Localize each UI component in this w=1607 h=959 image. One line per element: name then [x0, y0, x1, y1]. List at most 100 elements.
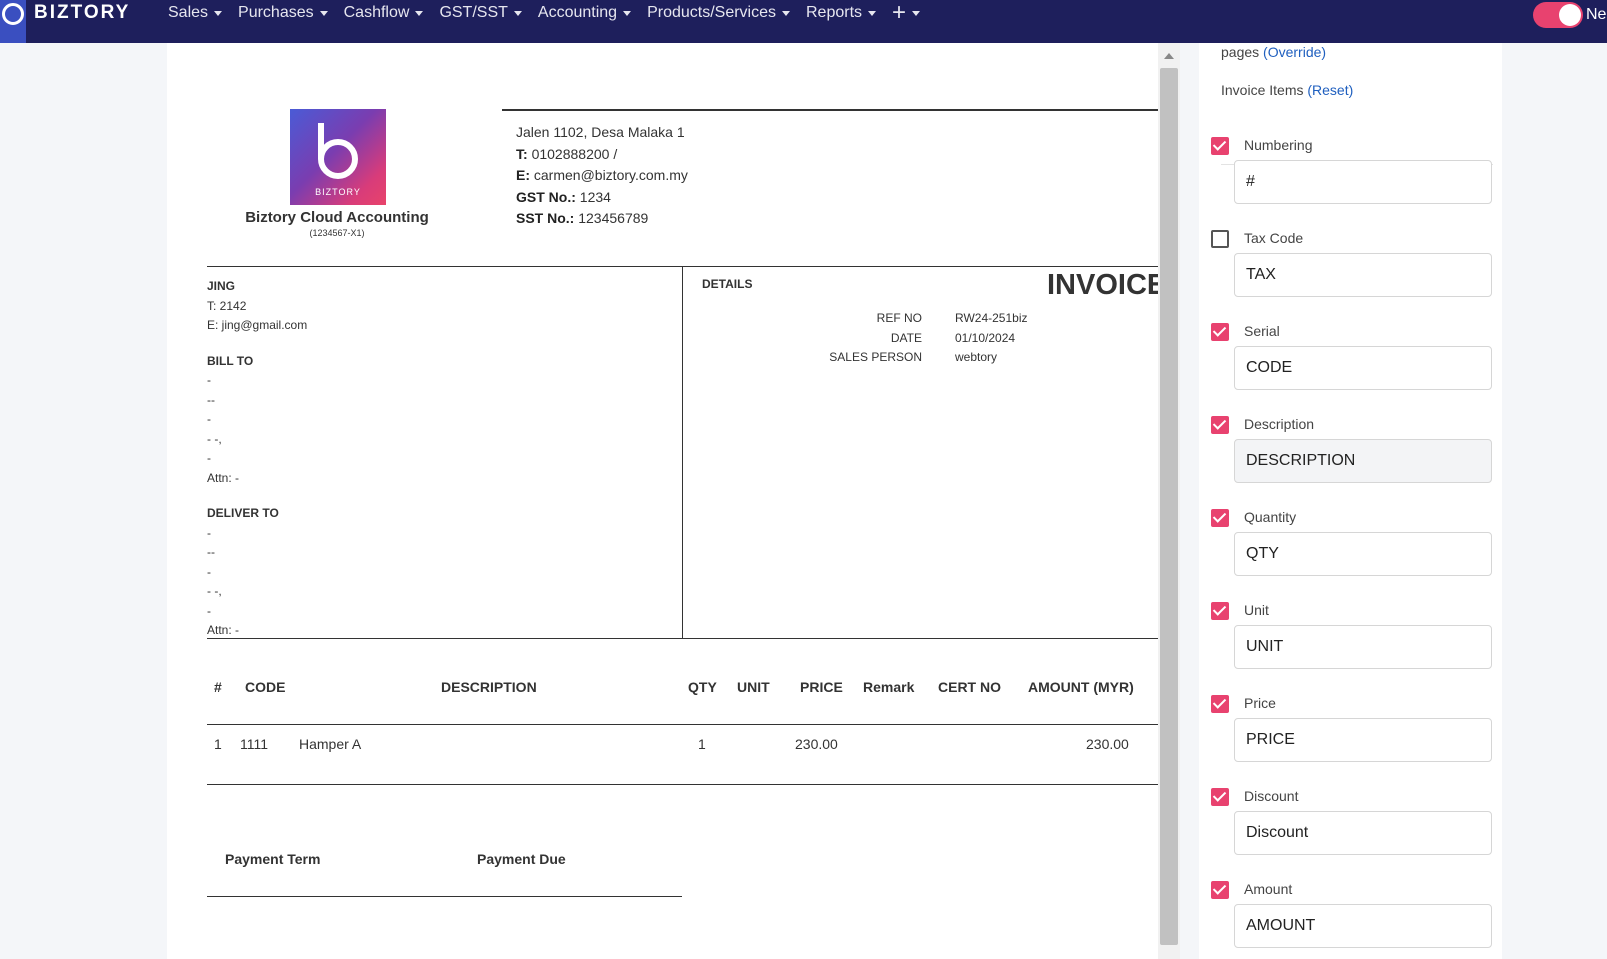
payment-term-label: Payment Term [225, 851, 321, 867]
logo-circle [318, 139, 358, 179]
cell-code: 1111 [240, 736, 269, 752]
serial-input[interactable] [1234, 346, 1492, 390]
menu-accounting[interactable]: Accounting [537, 4, 632, 22]
company-email: E: carmen@biztory.com.my [516, 165, 688, 187]
toggle-knob [1559, 4, 1581, 26]
preview-scrollbar[interactable] [1158, 43, 1180, 959]
serial-checkbox[interactable] [1211, 323, 1229, 341]
col-header-no: # [214, 679, 222, 695]
menu-reports[interactable]: Reports [806, 4, 877, 22]
company-sst: SST No.: 123456789 [516, 208, 688, 230]
field-label: Serial [1244, 323, 1280, 339]
detail-key: REF NO [876, 311, 922, 325]
discount-input[interactable] [1234, 811, 1492, 855]
company-gst: GST No.: 1234 [516, 187, 688, 209]
company-logo: BIZTORY [290, 109, 386, 205]
tax-code-checkbox[interactable] [1211, 230, 1229, 248]
col-header-code: CODE [245, 679, 286, 695]
toggle-label: Ne [1586, 6, 1607, 23]
amount-input[interactable] [1234, 904, 1492, 948]
caret-down-icon [782, 10, 790, 16]
caret-down-icon [214, 10, 223, 16]
reset-link[interactable]: (Reset) [1307, 82, 1353, 98]
menu-label: GST/SST [439, 4, 508, 21]
phone-value: 0102888200 / [531, 145, 618, 162]
menu-add-new[interactable]: + [892, 0, 921, 26]
menu-cashflow[interactable]: Cashflow [344, 4, 424, 22]
new-layout-toggle[interactable] [1533, 2, 1583, 28]
payment-due-label: Payment Due [477, 851, 566, 867]
bill-to-line: -- [207, 392, 215, 407]
menu-label: Products/Services [647, 4, 776, 21]
info-box-bottom-border [207, 638, 1158, 639]
menu-purchases[interactable]: Purchases [238, 4, 328, 22]
amount-checkbox[interactable] [1211, 881, 1229, 899]
detail-key: SALES PERSON [829, 350, 922, 364]
field-tax-code: Tax Code [1199, 230, 1502, 321]
price-input[interactable] [1234, 718, 1492, 762]
detail-value: webtory [955, 350, 998, 364]
sst-value: 123456789 [578, 210, 649, 226]
gst-label: GST No.: [516, 188, 576, 205]
bill-to-line: - [207, 373, 211, 387]
col-header-unit: UNIT [737, 679, 770, 695]
caret-down-icon [415, 10, 424, 16]
company-name: Biztory Cloud Accounting [245, 209, 429, 226]
scroll-up-arrow-icon[interactable] [1164, 53, 1174, 59]
field-discount: Discount [1199, 788, 1502, 879]
quantity-input[interactable] [1234, 532, 1492, 576]
bill-to-line: - [207, 412, 211, 426]
email-label: E: [516, 167, 530, 183]
tax-code-input[interactable] [1234, 253, 1492, 297]
unit-checkbox[interactable] [1211, 602, 1229, 620]
scrollbar-thumb[interactable] [1160, 68, 1178, 945]
price-checkbox[interactable] [1211, 695, 1229, 713]
numbering-input[interactable] [1234, 160, 1492, 204]
cell-amount: 230.00 [1086, 736, 1129, 752]
deliver-to-line: - [207, 525, 211, 540]
details-heading: DETAILS [702, 277, 753, 291]
menu-label: Accounting [537, 4, 618, 21]
deliver-to-line: - -, [207, 584, 222, 598]
table-bottom-border [207, 784, 1158, 785]
deliver-to-line: - [207, 564, 211, 579]
invoice-preview: BIZTORY Biztory Cloud Accounting (123456… [167, 43, 1158, 959]
table-divider [207, 724, 1158, 725]
field-quantity: Quantity [1199, 509, 1502, 600]
plus-icon: + [892, 0, 907, 26]
customer-name: JING [207, 279, 236, 293]
menu-gst-sst[interactable]: GST/SST [439, 4, 522, 22]
field-label: Amount [1244, 881, 1293, 897]
field-label: Numbering [1244, 137, 1313, 153]
field-description: Description [1199, 416, 1502, 507]
email-value: carmen@biztory.com.my [533, 167, 688, 183]
brand-name[interactable]: BIZTORY [34, 2, 130, 24]
menu-sales[interactable]: Sales [168, 4, 223, 22]
override-link[interactable]: (Override) [1263, 44, 1326, 60]
numbering-checkbox[interactable] [1211, 137, 1229, 155]
detail-row-ref-no: REF NO RW24-251biz [767, 311, 1028, 331]
discount-checkbox[interactable] [1211, 788, 1229, 806]
biztory-logo-icon[interactable] [0, 0, 26, 43]
deliver-to-line: -- [207, 545, 215, 559]
company-address-block: Jalen 1102, Desa Malaka 1 T: 0102888200 … [516, 122, 688, 230]
menu-products-services[interactable]: Products/Services [647, 4, 790, 22]
col-header-qty: QTY [688, 679, 717, 695]
description-input[interactable] [1234, 439, 1492, 483]
phone-label: T: [516, 145, 528, 162]
customer-phone: T: 2142 [207, 298, 247, 313]
gst-value: 1234 [579, 188, 611, 205]
col-header-cert-no: CERT NO [938, 679, 1001, 695]
items-table-header: # CODE DESCRIPTION QTY UNIT PRICE Remark… [207, 679, 1158, 709]
header-divider [502, 109, 1158, 111]
detail-value: 01/10/2024 [955, 330, 1016, 345]
detail-key: DATE [890, 330, 922, 345]
field-label: Quantity [1244, 509, 1297, 525]
main-menu: Sales Purchases Cashflow GST/SST Account… [168, 0, 921, 26]
quantity-checkbox[interactable] [1211, 509, 1229, 527]
description-checkbox[interactable] [1211, 416, 1229, 434]
detail-value: RW24-251biz [955, 311, 1028, 325]
unit-input[interactable] [1234, 625, 1492, 669]
invoice-settings-panel: pages (Override) Invoice Items (Reset) N… [1199, 43, 1502, 959]
cell-price: 230.00 [795, 736, 838, 752]
